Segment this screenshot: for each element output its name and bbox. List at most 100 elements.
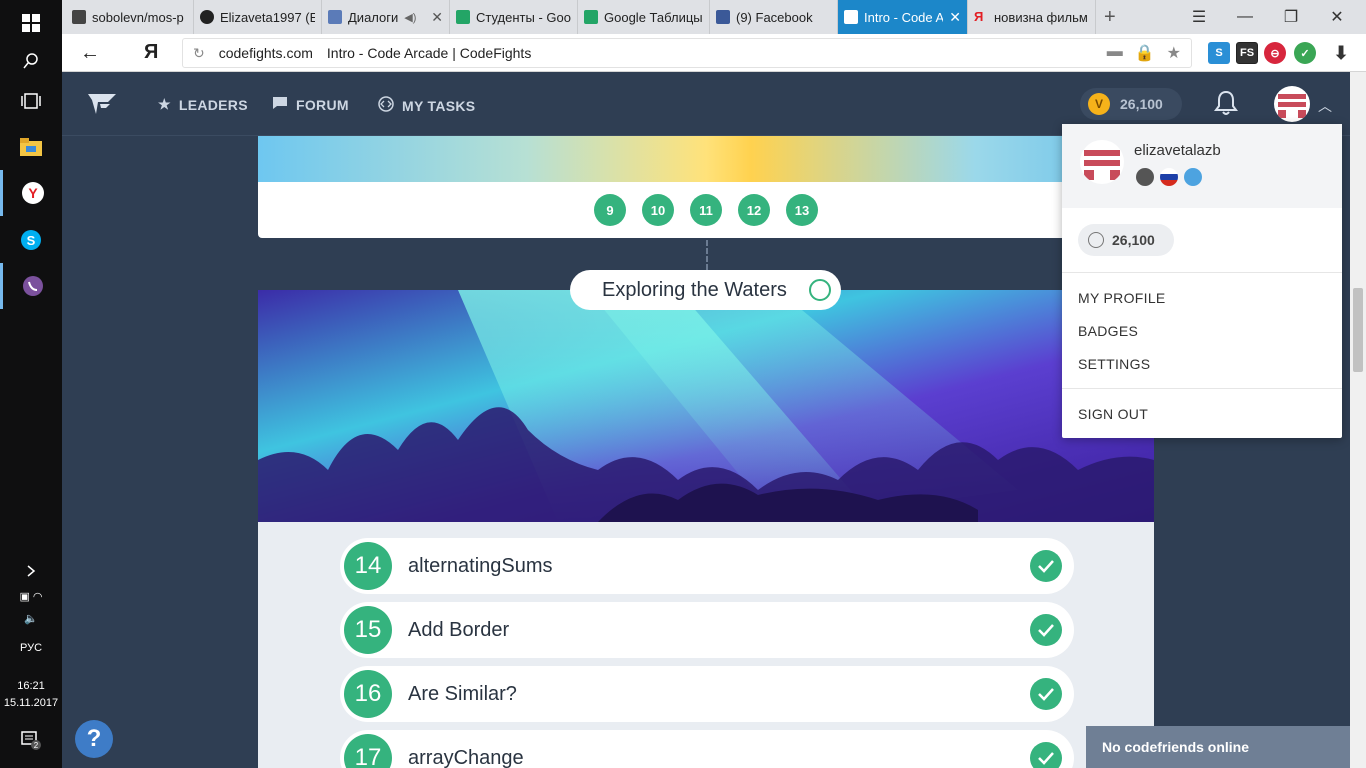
nav-leaders[interactable]: ★ LEADERS: [158, 96, 248, 113]
scrollbar-thumb[interactable]: [1353, 288, 1363, 372]
address-bar: ← Я ↻ codefights.com Intro - Code Arcade…: [62, 34, 1366, 72]
menu-item-my-profile[interactable]: MY PROFILE: [1078, 290, 1166, 306]
check-icon: [1030, 550, 1062, 582]
progress-ring-icon: [809, 279, 831, 301]
skype-icon[interactable]: S: [0, 217, 62, 263]
level-button[interactable]: 13: [786, 194, 818, 226]
extension-shield-icon[interactable]: ✓: [1294, 42, 1316, 64]
divider: [1062, 388, 1342, 389]
windows-taskbar: Y S ▣ ◠ 🔈 РУС 16:21 15.11.2017 2: [0, 0, 62, 768]
previous-topic-card: 9 10 11 12 13: [258, 136, 1154, 238]
chevron-up-icon[interactable]: [0, 548, 62, 594]
level-badge-icon[interactable]: [1184, 168, 1202, 186]
yandex-browser-icon[interactable]: Y: [0, 170, 62, 216]
sheets-icon: [584, 10, 598, 24]
check-icon: [1030, 614, 1062, 646]
topic-title-pill[interactable]: Exploring the Waters: [570, 270, 841, 310]
tab-students[interactable]: Студенты - Goo: [450, 0, 578, 34]
task-row[interactable]: 15 Add Border: [340, 602, 1074, 658]
clock-time[interactable]: 16:21: [0, 680, 62, 692]
star-icon: ★: [158, 96, 171, 112]
media-icon: [328, 10, 342, 24]
chat-bubble-icon: [272, 96, 288, 113]
language-indicator[interactable]: РУС: [0, 642, 62, 654]
task-view-icon[interactable]: [0, 78, 62, 124]
coin-icon: V: [1088, 93, 1110, 115]
dropdown-header: elizavetalazb: [1062, 124, 1342, 208]
level-button[interactable]: 11: [690, 194, 722, 226]
url-field[interactable]: ↻ codefights.com Intro - Code Arcade | C…: [182, 38, 1192, 68]
github-icon: [200, 10, 214, 24]
volume-icon[interactable]: 🔈: [0, 612, 62, 625]
codefights-icon: [844, 10, 858, 24]
clock-date[interactable]: 15.11.2017: [0, 697, 62, 709]
menu-icon[interactable]: ☰: [1176, 0, 1222, 34]
tab-github[interactable]: Elizaveta1997 (E: [194, 0, 322, 34]
url-page-title: Intro - Code Arcade | CodeFights: [326, 45, 532, 61]
tab-dialogs[interactable]: Диалоги ◀) ✕: [322, 0, 450, 34]
check-icon: [1030, 742, 1062, 768]
back-icon[interactable]: ←: [80, 42, 100, 65]
close-window-icon[interactable]: ✕: [1314, 0, 1360, 34]
facebook-icon: [716, 10, 730, 24]
extension-s-icon[interactable]: S: [1208, 42, 1230, 64]
avatar[interactable]: [1274, 86, 1310, 122]
help-button[interactable]: ?: [75, 720, 113, 758]
restore-icon[interactable]: ❐: [1268, 0, 1314, 34]
level-button[interactable]: 9: [594, 194, 626, 226]
level-button[interactable]: 12: [738, 194, 770, 226]
notification-center-icon[interactable]: 2: [0, 730, 62, 753]
network-icons[interactable]: ▣ ◠: [0, 590, 62, 603]
page-scrollbar[interactable]: [1350, 72, 1366, 768]
minimize-icon[interactable]: —: [1222, 0, 1268, 34]
task-row[interactable]: 17 arrayChange: [340, 730, 1074, 768]
russia-flag-icon[interactable]: [1160, 168, 1178, 186]
bookmark-star-icon[interactable]: ★: [1167, 43, 1181, 63]
tab-google-sheets[interactable]: Google Таблицы: [578, 0, 710, 34]
nav-my-tasks[interactable]: MY TASKS: [378, 96, 475, 115]
extension-adblock-icon[interactable]: ⊖: [1264, 42, 1286, 64]
chevron-up-icon[interactable]: ︿: [1318, 96, 1332, 116]
tab-sobolevn[interactable]: sobolevn/mos-p: [66, 0, 194, 34]
yandex-home-icon[interactable]: Я: [144, 41, 158, 64]
download-icon[interactable]: ⬇: [1330, 42, 1352, 64]
codefights-logo-icon[interactable]: [86, 90, 118, 123]
task-name: arrayChange: [408, 746, 524, 768]
new-tab-button[interactable]: +: [1098, 0, 1128, 34]
tab-facebook[interactable]: (9) Facebook: [710, 0, 838, 34]
topic-title: Exploring the Waters: [602, 278, 787, 301]
task-row[interactable]: 16 Are Similar?: [340, 666, 1074, 722]
menu-item-badges[interactable]: BADGES: [1078, 323, 1138, 339]
chat-icon[interactable]: ▬: [1107, 43, 1123, 63]
viber-icon[interactable]: [0, 263, 62, 309]
svg-text:Y: Y: [28, 185, 38, 201]
close-tab-icon[interactable]: ✕: [943, 9, 961, 26]
underwater-banner: [258, 290, 1154, 522]
coins-counter[interactable]: V 26,100: [1080, 88, 1182, 120]
profile-dropdown: elizavetalazb 26,100 MY PROFILE BADGES S…: [1062, 124, 1342, 438]
path-connector: [706, 240, 708, 270]
nav-forum[interactable]: FORUM: [272, 96, 349, 113]
avatar[interactable]: [1080, 140, 1124, 184]
task-row[interactable]: 14 alternatingSums: [340, 538, 1074, 594]
menu-item-settings[interactable]: SETTINGS: [1078, 356, 1150, 372]
close-tab-icon[interactable]: ✕: [425, 9, 443, 26]
codefriends-panel[interactable]: No codefriends online: [1086, 726, 1350, 768]
level-button[interactable]: 10: [642, 194, 674, 226]
yandex-icon: Я: [974, 9, 984, 24]
username[interactable]: elizavetalazb: [1134, 142, 1221, 159]
menu-item-sign-out[interactable]: SIGN OUT: [1078, 406, 1148, 422]
bell-icon[interactable]: [1214, 90, 1238, 121]
coin-icon: [1088, 232, 1104, 248]
sheets-icon: [456, 10, 470, 24]
task-list: 14 alternatingSums 15 Add Border 16 Are …: [258, 522, 1154, 768]
reload-icon[interactable]: ↻: [193, 45, 205, 62]
league-badge-icon[interactable]: [1136, 168, 1154, 186]
tab-yandex-search[interactable]: Я новизна фильм: [968, 0, 1096, 34]
extension-fs-icon[interactable]: FS: [1236, 42, 1258, 64]
speaker-icon[interactable]: ◀): [404, 11, 416, 24]
lock-icon[interactable]: 🔒: [1135, 43, 1155, 63]
tab-codefights[interactable]: Intro - Code A ✕: [838, 0, 968, 34]
file-explorer-icon[interactable]: [0, 124, 62, 170]
task-name: Are Similar?: [408, 682, 517, 705]
